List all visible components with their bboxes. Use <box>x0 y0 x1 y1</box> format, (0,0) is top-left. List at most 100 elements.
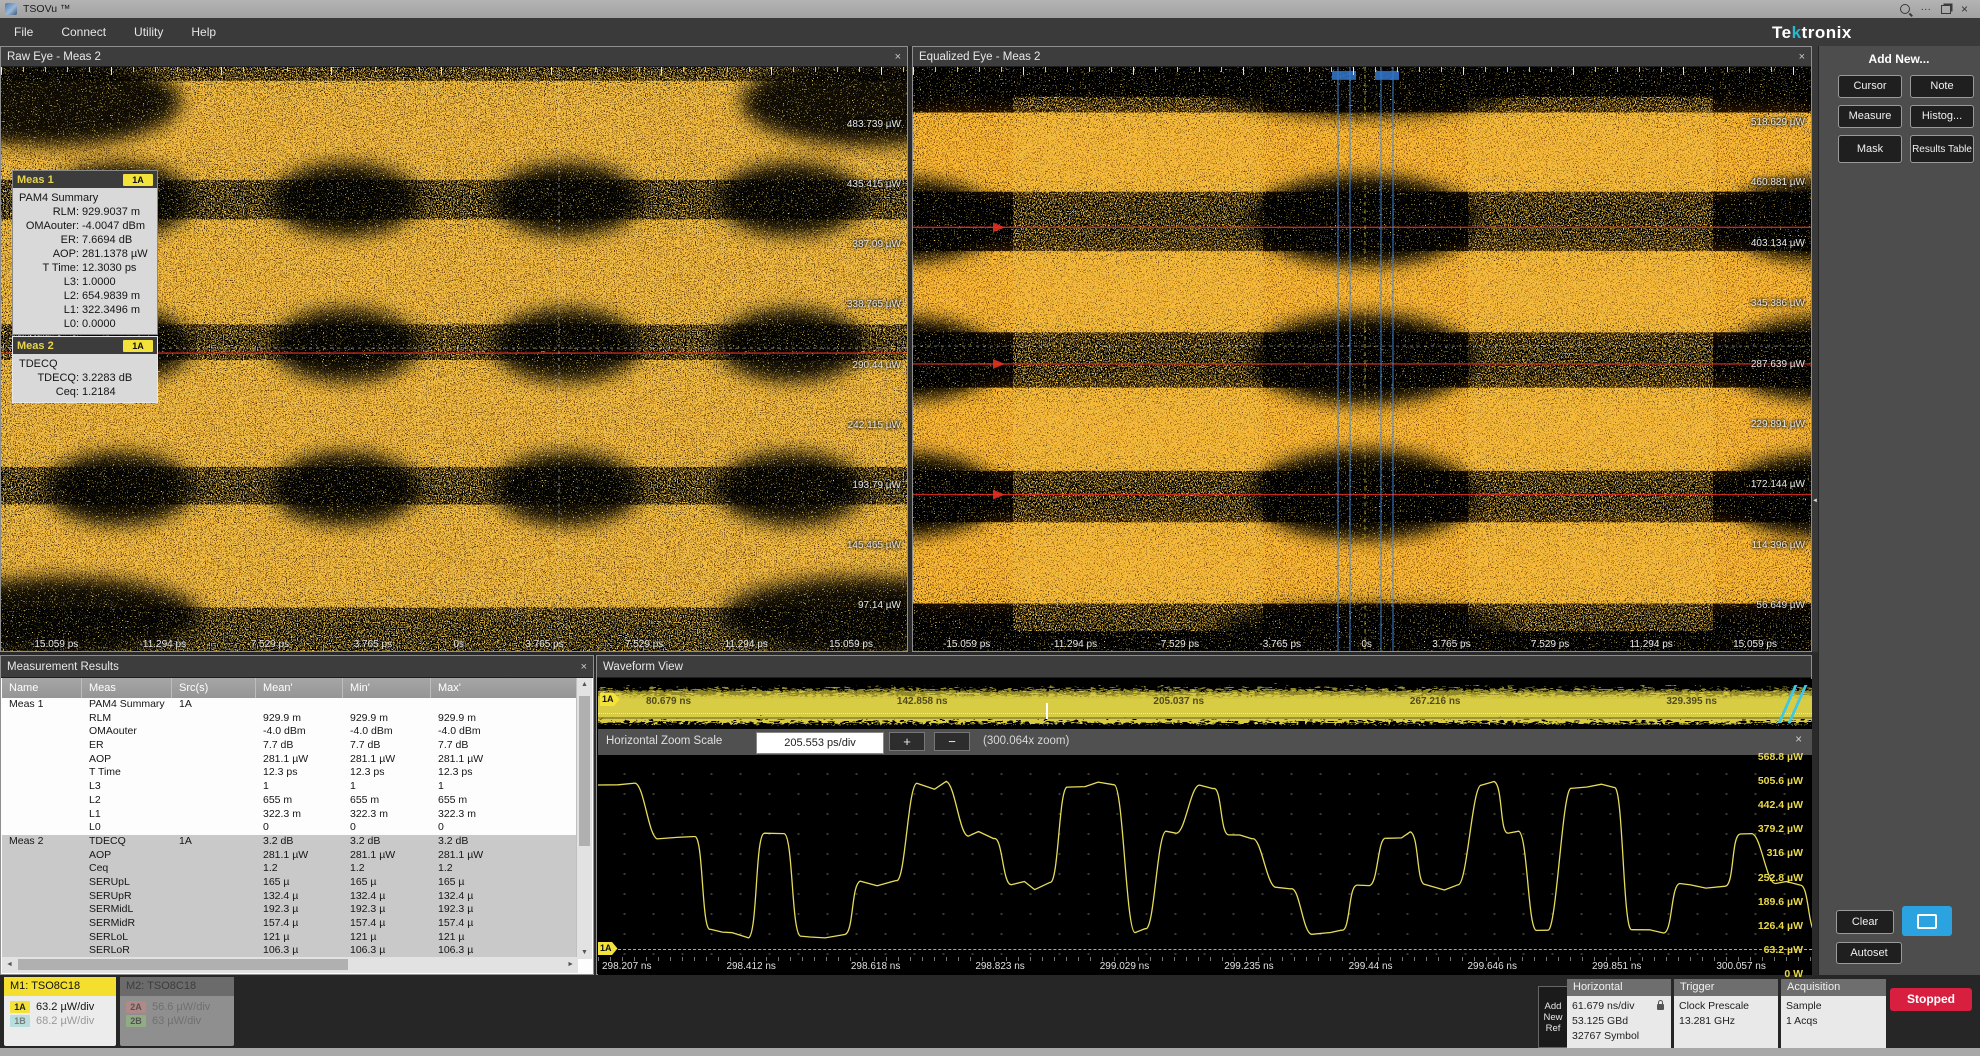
close-window-icon[interactable]: × <box>1961 2 1968 16</box>
y-tick-label: 252.8 µW <box>1758 872 1803 884</box>
results-title-bar[interactable]: Measurement Results × <box>1 656 593 678</box>
table-row[interactable]: SERUpR 132.4 µ 132.4 µ132.4 µ <box>2 890 578 904</box>
table-row[interactable]: Meas 1PAM4 Summary 1A <box>2 698 578 712</box>
table-row[interactable]: L0 0 00 <box>2 821 578 835</box>
y-tick-label: 63.2 µW <box>1764 944 1803 956</box>
stopped-run-button[interactable]: Stopped <box>1890 988 1972 1011</box>
results-title: Measurement Results <box>7 661 119 673</box>
x-tick-label: 299.851 ns <box>1592 961 1642 972</box>
column-header[interactable]: Min' <box>343 678 431 698</box>
zoom-view-close-icon[interactable]: × <box>1795 734 1802 746</box>
channel-row[interactable]: 2A 56.6 µW/div <box>120 999 234 1013</box>
table-row[interactable]: SERUpL 165 µ 165 µ165 µ <box>2 876 578 890</box>
table-row[interactable]: Meas 2TDECQ 1A3.2 dB 3.2 dB3.2 dB <box>2 835 578 849</box>
meas1-readout: AOP:281.1378 µW <box>15 247 155 261</box>
add-results-table-button[interactable]: Results Table <box>1910 135 1974 163</box>
table-row[interactable]: T Time 12.3 ps 12.3 ps12.3 ps <box>2 766 578 780</box>
menu-item[interactable]: Help <box>177 18 230 46</box>
table-row[interactable]: SERLoR 106.3 µ 106.3 µ106.3 µ <box>2 944 578 958</box>
column-header[interactable]: Src(s) <box>172 678 256 698</box>
menu-item[interactable]: Utility <box>120 18 177 46</box>
autoset-button[interactable]: Autoset <box>1836 942 1902 964</box>
module1-channels[interactable]: 1A 63.2 µW/div 1B 68.2 µW/div <box>4 996 116 1046</box>
more-options-icon[interactable]: ··· <box>1920 3 1931 15</box>
waveform-view-panel: Waveform View 80.679 ns142.858 ns205.037… <box>596 655 1812 975</box>
scroll-right-icon[interactable]: ► <box>567 961 574 968</box>
y-tick-label: 387.09 µW <box>852 239 901 250</box>
add-note-button[interactable]: Note <box>1910 75 1974 98</box>
waveform-overview-strip[interactable]: 80.679 ns142.858 ns205.037 ns267.216 ns3… <box>598 679 1812 729</box>
scroll-down-icon[interactable]: ▼ <box>581 949 588 956</box>
table-row[interactable]: RLM 929.9 m 929.9 m929.9 m <box>2 712 578 726</box>
equalized-eye-plot <box>913 67 1811 651</box>
column-header[interactable]: Mean' <box>256 678 343 698</box>
equalized-eye-title-bar[interactable]: Equalized Eye - Meas 2 × <box>913 47 1811 67</box>
zoom-out-button[interactable]: − <box>934 732 970 751</box>
x-tick-label: 3.765 ps <box>525 639 563 650</box>
raw-eye-title-bar[interactable]: Raw Eye - Meas 2 × <box>1 47 907 67</box>
channel-scale: 63.2 µW/div <box>36 1001 94 1013</box>
column-header[interactable]: Max' <box>431 678 578 698</box>
zoomed-waveform-graph[interactable]: 1A <box>598 755 1812 957</box>
table-row[interactable]: SERLoL 121 µ 121 µ121 µ <box>2 931 578 945</box>
meas1-result-panel[interactable]: Meas 1 1A PAM4 Summary RLM:929.9037 mOMA… <box>12 170 158 335</box>
table-row[interactable]: L2 655 m 655 m655 m <box>2 794 578 808</box>
zoom-scale-input[interactable] <box>756 732 884 754</box>
results-vertical-scrollbar[interactable]: ▲ ▼ <box>576 678 592 959</box>
y-tick-label: 338.765 µW <box>847 299 901 310</box>
column-header[interactable]: Name <box>2 678 82 698</box>
screenshot-button[interactable] <box>1902 906 1952 936</box>
table-row[interactable]: ER 7.7 dB 7.7 dB7.7 dB <box>2 739 578 753</box>
waveform-title-bar[interactable]: Waveform View <box>597 656 1811 678</box>
scroll-up-icon[interactable]: ▲ <box>581 681 588 688</box>
table-row[interactable]: Ceq 1.2 1.21.2 <box>2 862 578 876</box>
raw-eye-close-icon[interactable]: × <box>895 47 901 67</box>
module2-tab[interactable]: M2: TSO8C18 <box>120 977 234 996</box>
overview-tick-label: 267.216 ns <box>1410 696 1461 707</box>
equalized-eye-close-icon[interactable]: × <box>1799 47 1805 67</box>
add-histogram-button[interactable]: Histog... <box>1910 105 1974 128</box>
tsovu-app-window: TSOVu ™ ··· × FileConnectUtilityHelp Tek… <box>0 0 1980 1056</box>
scroll-left-icon[interactable]: ◄ <box>6 961 13 968</box>
horizontal-settings[interactable]: 61.679 ns/div 53.125 GBd 32767 Symbol <box>1567 996 1671 1048</box>
add-new-ref-button[interactable]: AddNewRef <box>1538 986 1568 1048</box>
x-tick-label: -15.059 ps <box>943 639 990 650</box>
table-row[interactable]: L1 322.3 m 322.3 m322.3 m <box>2 808 578 822</box>
meas2-result-panel[interactable]: Meas 2 1A TDECQ TDECQ:3.2283 dBCeq:1.218… <box>12 336 158 403</box>
y-tick-label: 189.6 µW <box>1758 896 1803 908</box>
add-measure-button[interactable]: Measure <box>1838 105 1902 128</box>
trigger-settings[interactable]: Clock Prescale 13.281 GHz <box>1674 996 1778 1048</box>
menu-item[interactable]: File <box>0 18 47 46</box>
acquisition-settings[interactable]: Sample 1 Acqs <box>1781 996 1886 1048</box>
clear-button[interactable]: Clear <box>1836 910 1894 934</box>
zoom-in-button[interactable]: + <box>889 732 925 751</box>
trigger-position-marker[interactable] <box>1046 703 1048 719</box>
channel-row[interactable]: 1A 63.2 µW/div <box>4 999 116 1013</box>
equalized-eye-diagram[interactable]: 518.629 µW460.881 µW403.134 µW345.386 µW… <box>913 67 1811 651</box>
overview-tick-label: 329.395 ns <box>1666 696 1717 707</box>
restore-window-icon[interactable] <box>1941 5 1951 14</box>
menu-item[interactable]: Connect <box>47 18 120 46</box>
table-row[interactable]: L3 1 11 <box>2 780 578 794</box>
column-header[interactable]: Meas <box>82 678 172 698</box>
add-cursor-button[interactable]: Cursor <box>1838 75 1902 98</box>
scrollbar-thumb[interactable] <box>579 696 590 846</box>
results-close-icon[interactable]: × <box>581 656 587 678</box>
y-tick-label: 145.465 µW <box>847 540 901 551</box>
y-tick-label: 242.115 µW <box>848 420 901 431</box>
table-row[interactable]: AOP 281.1 µW 281.1 µW281.1 µW <box>2 849 578 863</box>
table-row[interactable]: SERMidR 157.4 µ 157.4 µ157.4 µ <box>2 917 578 931</box>
y-tick-label: 568.8 µW <box>1758 751 1803 763</box>
table-row[interactable]: SERMidL 192.3 µ 192.3 µ192.3 µ <box>2 903 578 917</box>
scrollbar-thumb[interactable] <box>18 959 348 970</box>
horizontal-scale: 61.679 ns/div <box>1572 999 1666 1014</box>
module2-channels[interactable]: 2A 56.6 µW/div 2B 63 µW/div <box>120 996 234 1046</box>
channel-row[interactable]: 1B 68.2 µW/div <box>4 1013 116 1027</box>
channel-row[interactable]: 2B 63 µW/div <box>120 1013 234 1027</box>
results-horizontal-scrollbar[interactable]: ◄ ► <box>2 957 578 973</box>
table-row[interactable]: OMAouter -4.0 dBm -4.0 dBm-4.0 dBm <box>2 725 578 739</box>
table-row[interactable]: AOP 281.1 µW 281.1 µW281.1 µW <box>2 753 578 767</box>
add-mask-button[interactable]: Mask <box>1838 135 1902 163</box>
zoom-tool-icon[interactable] <box>1900 4 1910 14</box>
module1-tab[interactable]: M1: TSO8C18 <box>4 977 116 996</box>
